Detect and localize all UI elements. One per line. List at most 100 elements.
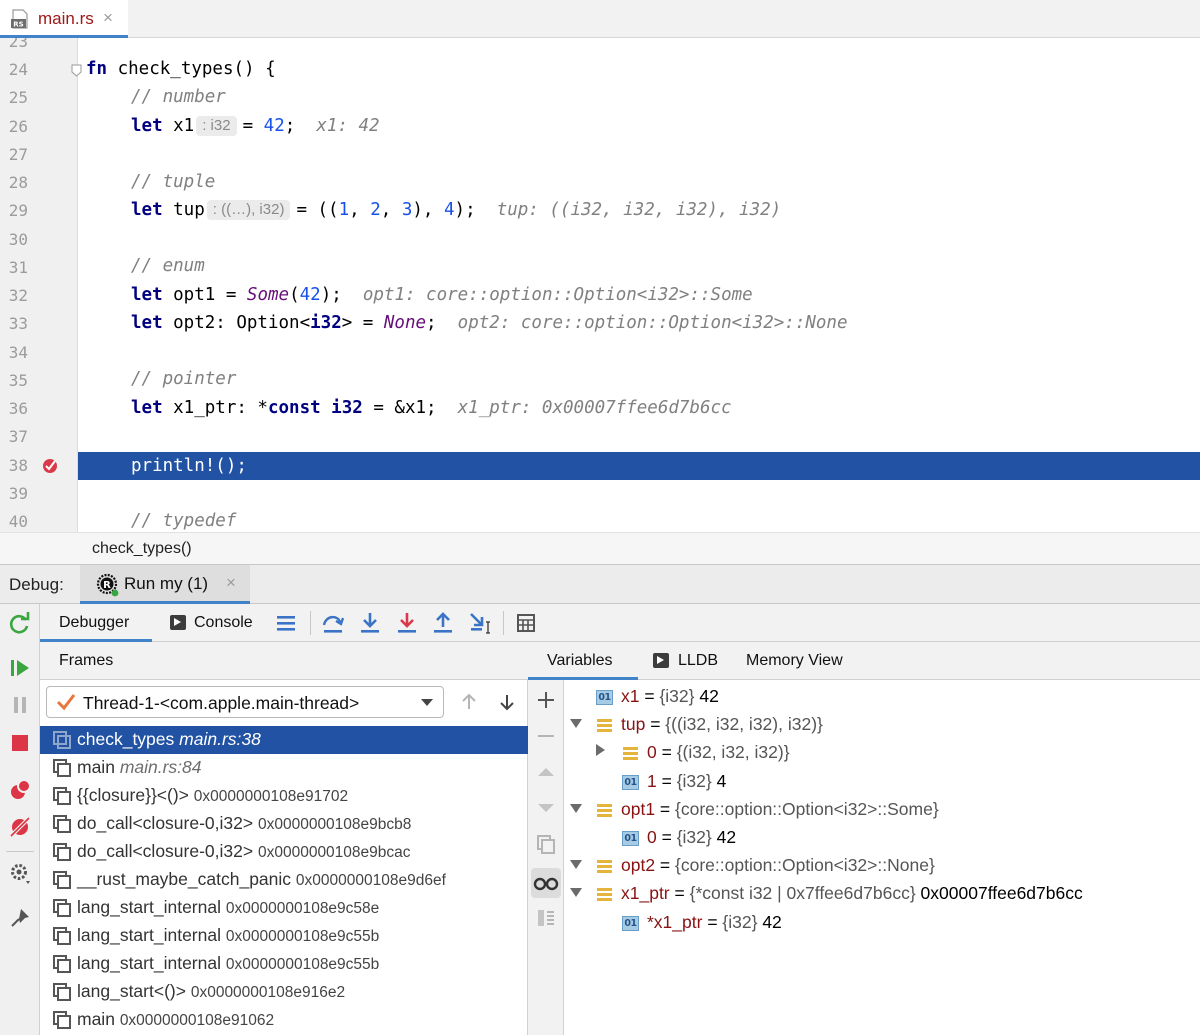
close-icon[interactable]: × bbox=[226, 573, 236, 593]
frame-row[interactable]: do_call<closure-0,i32> 0x0000000108e9bcb… bbox=[40, 810, 528, 838]
frame-label: main 0x0000000108e91062 bbox=[77, 1009, 274, 1030]
code-token: let bbox=[131, 116, 163, 136]
chevron-right-icon[interactable] bbox=[596, 744, 605, 756]
view-breakpoints-icon[interactable] bbox=[8, 778, 32, 802]
resume-icon[interactable] bbox=[8, 656, 32, 680]
code-variant: None bbox=[383, 313, 427, 333]
variable-row[interactable]: 01 x1 = {i32} 42 bbox=[596, 682, 719, 710]
step-out-icon[interactable] bbox=[431, 611, 455, 635]
tab-console[interactable]: Console bbox=[164, 604, 274, 642]
tab-variables[interactable]: Variables bbox=[528, 642, 638, 680]
inline-value-hint: x1: 42 bbox=[316, 116, 380, 136]
struct-icon bbox=[622, 746, 639, 761]
variable-row[interactable]: 01 1 = {i32} 4 bbox=[622, 767, 726, 795]
code-token: let bbox=[131, 398, 163, 418]
variable-row[interactable]: x1_ptr = {*const i32 | 0x7ffee6d7b6cc} 0… bbox=[596, 879, 1083, 907]
line-number-current: 38 bbox=[8, 456, 28, 475]
code-token: opt2: Option< bbox=[162, 313, 311, 333]
move-down-icon[interactable] bbox=[534, 796, 558, 820]
evaluate-icon[interactable] bbox=[514, 611, 538, 635]
chevron-down-icon[interactable] bbox=[570, 888, 582, 897]
tab-variables-label: Variables bbox=[547, 652, 613, 669]
stop-icon[interactable] bbox=[8, 731, 32, 755]
remove-watch-icon[interactable] bbox=[534, 724, 558, 748]
arrow-up-icon[interactable] bbox=[459, 692, 479, 712]
inline-value-hint: opt1: core::option::Option<i32>::Some bbox=[362, 285, 753, 305]
step-into-icon[interactable] bbox=[358, 611, 382, 635]
close-icon[interactable]: × bbox=[103, 8, 113, 28]
stack-frame-icon bbox=[53, 731, 71, 749]
frame-row[interactable]: lang_start_internal 0x0000000108e9c55b bbox=[40, 950, 528, 978]
tab-lldb[interactable]: LLDB bbox=[650, 642, 730, 680]
code-comment: // tuple bbox=[131, 172, 216, 192]
frame-label: do_call<closure-0,i32> 0x0000000108e9bca… bbox=[77, 841, 411, 862]
code-token: ; bbox=[426, 313, 437, 333]
thread-selector[interactable]: Thread-1-<com.apple.main-thread> bbox=[46, 686, 444, 718]
tab-console-label: Console bbox=[194, 614, 253, 631]
duplicate-watch-icon[interactable] bbox=[534, 832, 558, 856]
fold-marker-icon[interactable] bbox=[71, 64, 82, 77]
frame-row[interactable]: __rust_maybe_catch_panic 0x0000000108e9d… bbox=[40, 866, 528, 894]
add-watch-icon[interactable] bbox=[534, 688, 558, 712]
variable-row[interactable]: 01 0 = {i32} 42 bbox=[622, 823, 736, 851]
code-line-35: // pointer bbox=[131, 365, 1200, 393]
frame-address: 0x0000000108e91062 bbox=[119, 1012, 275, 1029]
frame-row-selected[interactable]: check_types main.rs:38 bbox=[40, 726, 528, 754]
variable-row[interactable]: tup = {((i32, i32, i32), i32)} bbox=[596, 710, 823, 738]
frame-label: lang_start_internal 0x0000000108e9c55b bbox=[77, 925, 379, 946]
step-over-icon[interactable] bbox=[321, 611, 345, 635]
struct-icon bbox=[596, 859, 613, 874]
rerun-icon[interactable] bbox=[8, 612, 32, 636]
variable-row[interactable]: 0 = {(i32, i32, i32)} bbox=[622, 738, 790, 766]
line-number: 28 bbox=[8, 173, 28, 192]
code-editor[interactable]: 23 24 25 26 27 28 29 30 31 32 33 34 35 3… bbox=[0, 38, 1200, 532]
variable-row[interactable]: opt2 = {core::option::Option<i32>::None} bbox=[596, 851, 935, 879]
move-up-icon[interactable] bbox=[534, 760, 558, 784]
editor-tab-label: main.rs bbox=[38, 9, 94, 28]
force-step-into-icon[interactable] bbox=[395, 611, 419, 635]
glasses-icon[interactable] bbox=[531, 868, 561, 898]
variables-panel: Variables LLDB Memory View 01 x1 = {i32} … bbox=[528, 642, 1200, 1035]
stack-frame-icon bbox=[53, 759, 71, 777]
code-line-28: // tuple bbox=[131, 168, 1200, 196]
variable-row[interactable]: 01 *x1_ptr = {i32} 42 bbox=[622, 908, 782, 936]
frame-function: main bbox=[77, 757, 115, 777]
frame-function: lang_start_internal bbox=[77, 925, 221, 945]
thread-selector-value: Thread-1-<com.apple.main-thread> bbox=[83, 693, 360, 713]
breakpoint-icon[interactable] bbox=[41, 457, 59, 475]
stack-frame-icon bbox=[53, 955, 71, 973]
frame-row[interactable]: lang_start_internal 0x0000000108e9c55b bbox=[40, 922, 528, 950]
stack-frame-icon bbox=[53, 927, 71, 945]
stack-frame-icon bbox=[53, 983, 71, 1001]
frame-row[interactable]: do_call<closure-0,i32> 0x0000000108e9bca… bbox=[40, 838, 528, 866]
frame-row[interactable]: main main.rs:84 bbox=[40, 754, 528, 782]
frame-row[interactable]: lang_start<()> 0x0000000108e916e2 bbox=[40, 978, 528, 1006]
tab-memory-view[interactable]: Memory View bbox=[742, 642, 862, 680]
console-icon bbox=[170, 615, 186, 630]
mute-breakpoints-icon[interactable] bbox=[8, 815, 32, 839]
chevron-down-icon[interactable] bbox=[570, 804, 582, 813]
variable-name: *x1_ptr bbox=[647, 912, 703, 932]
menu-lines-icon[interactable] bbox=[274, 611, 298, 635]
line-number-gutter[interactable]: 23 24 25 26 27 28 29 30 31 32 33 34 35 3… bbox=[0, 38, 82, 532]
frame-row[interactable]: main 0x0000000108e91062 bbox=[40, 1006, 528, 1034]
frame-row[interactable]: {{closure}}<()> 0x0000000108e91702 bbox=[40, 782, 528, 810]
frame-row[interactable]: lang_start_internal 0x0000000108e9c58e bbox=[40, 894, 528, 922]
run-to-cursor-icon[interactable] bbox=[468, 611, 492, 635]
gear-icon[interactable] bbox=[8, 861, 32, 885]
chevron-down-icon[interactable] bbox=[570, 719, 582, 728]
line-number: 40 bbox=[8, 512, 28, 531]
frame-location: main.rs:38 bbox=[179, 729, 261, 749]
run-configuration-tab[interactable]: R Run my (1) × bbox=[80, 565, 250, 604]
variable-row[interactable]: opt1 = {core::option::Option<i32>::Some} bbox=[596, 795, 939, 823]
breadcrumb-item[interactable]: check_types() bbox=[92, 540, 192, 558]
chevron-down-icon[interactable] bbox=[570, 860, 582, 869]
debug-actions-toolbar bbox=[0, 604, 40, 1035]
tab-debugger[interactable]: Debugger bbox=[40, 604, 152, 642]
frame-address: 0x0000000108e91702 bbox=[193, 788, 349, 805]
show-types-icon[interactable] bbox=[534, 906, 558, 930]
pause-icon[interactable] bbox=[8, 693, 32, 717]
pin-icon[interactable] bbox=[8, 906, 32, 930]
editor-tab-main-rs[interactable]: RS main.rs × bbox=[0, 0, 128, 38]
arrow-down-icon[interactable] bbox=[497, 692, 517, 712]
